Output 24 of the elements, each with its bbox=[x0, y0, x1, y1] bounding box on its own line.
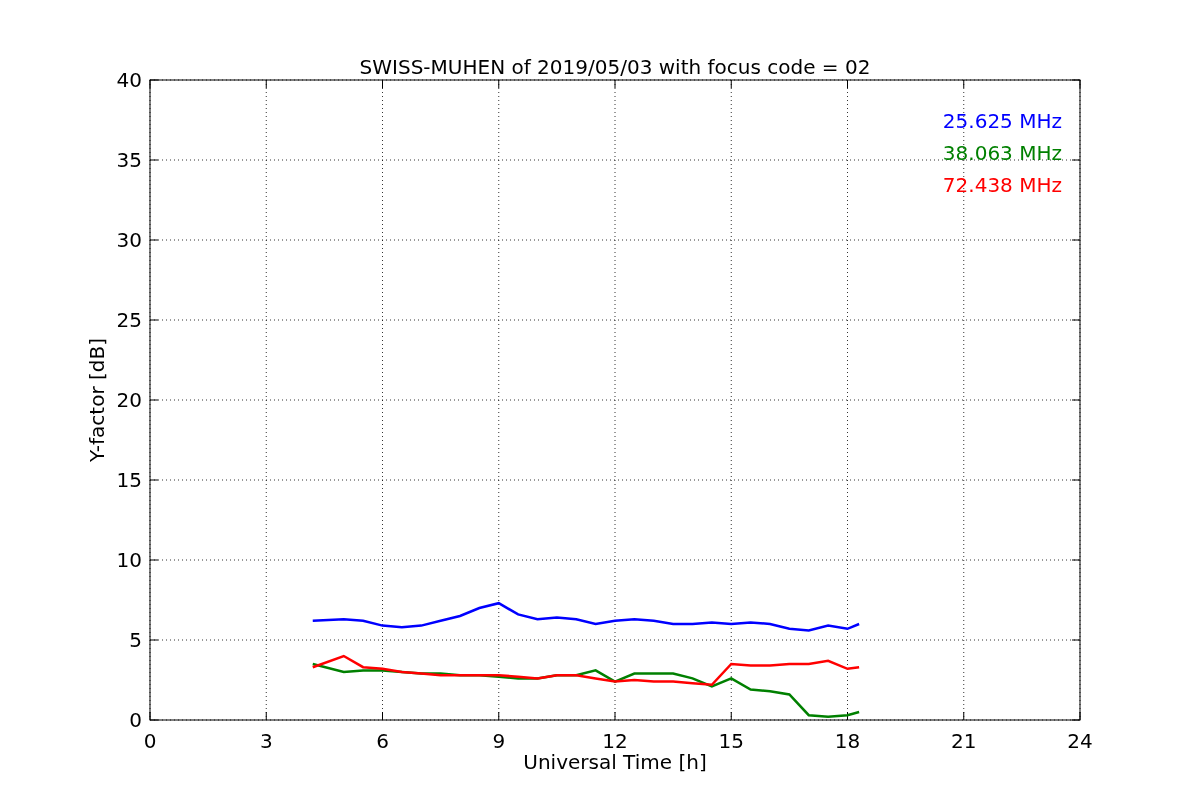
y-axis-label: Y-factor [dB] bbox=[85, 338, 109, 462]
legend-label: 72.438 MHz bbox=[942, 173, 1062, 197]
x-tick-label: 9 bbox=[492, 729, 506, 753]
x-tick-label: 24 bbox=[1067, 729, 1093, 753]
x-axis-label: Universal Time [h] bbox=[523, 750, 707, 774]
x-tick-label: 12 bbox=[602, 729, 628, 753]
x-tick-label: 15 bbox=[718, 729, 744, 753]
y-tick-label: 0 bbox=[129, 708, 142, 732]
y-tick-label: 5 bbox=[129, 628, 142, 652]
y-tick-label: 40 bbox=[116, 68, 142, 92]
x-tick-label: 21 bbox=[951, 729, 977, 753]
y-tick-label: 30 bbox=[116, 228, 142, 252]
x-tick-label: 18 bbox=[834, 729, 861, 753]
legend-label: 38.063 MHz bbox=[942, 141, 1062, 165]
y-tick-label: 15 bbox=[116, 468, 142, 492]
y-tick-label: 25 bbox=[116, 308, 142, 332]
x-tick-label: 3 bbox=[259, 729, 273, 753]
x-tick-label: 6 bbox=[376, 729, 389, 753]
y-tick-label: 20 bbox=[116, 388, 142, 412]
legend-label: 25.625 MHz bbox=[942, 109, 1062, 133]
y-tick-label: 10 bbox=[116, 548, 142, 572]
chart-title: SWISS-MUHEN of 2019/05/03 with focus code = 02 bbox=[359, 55, 871, 79]
x-tick-label: 0 bbox=[143, 729, 157, 753]
y-tick-label: 35 bbox=[116, 148, 142, 172]
